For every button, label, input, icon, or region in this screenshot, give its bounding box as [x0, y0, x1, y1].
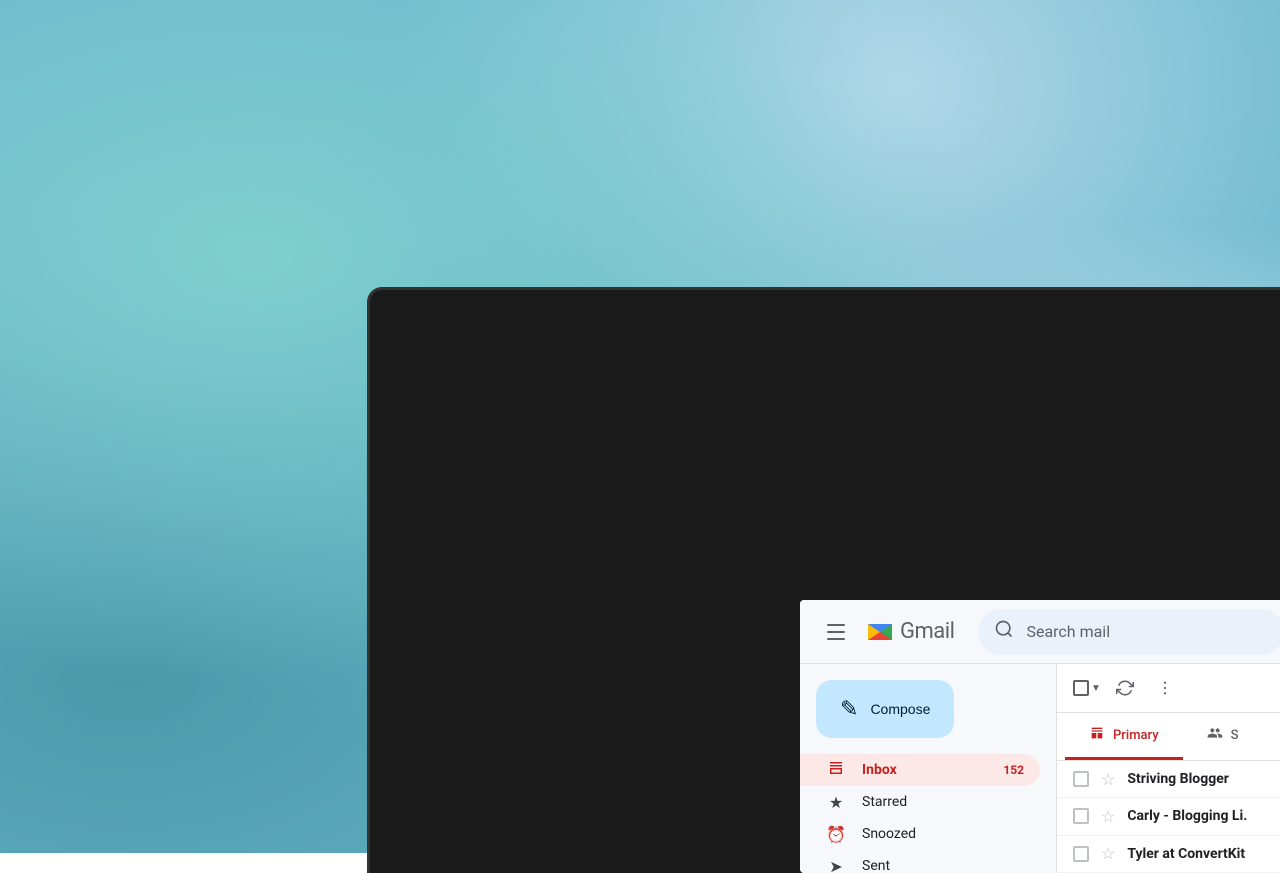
star-icon-0[interactable]: ☆: [1101, 770, 1115, 789]
email-checkbox-1[interactable]: [1073, 808, 1089, 824]
sidebar: ✎ Compose Inbox 152 ★ Starred: [800, 664, 1056, 873]
tab-primary[interactable]: Primary: [1065, 713, 1183, 760]
gmail-m-icon: [864, 616, 896, 648]
tab-social[interactable]: S: [1183, 713, 1263, 760]
search-placeholder-text: Search mail: [1026, 622, 1110, 641]
hamburger-line-2: [827, 631, 845, 633]
starred-label: Starred: [862, 794, 1024, 810]
star-nav-icon: ★: [826, 793, 846, 812]
email-sender-0: Striving Blogger: [1127, 771, 1280, 787]
sidebar-item-inbox[interactable]: Inbox 152: [800, 754, 1040, 786]
main-area: ✎ Compose Inbox 152 ★ Starred: [800, 664, 1280, 873]
social-tab-label: S: [1231, 728, 1239, 743]
email-tabs: Primary S: [1057, 713, 1280, 761]
social-tab-icon: [1207, 725, 1223, 745]
gmail-logo[interactable]: Gmail: [864, 616, 954, 648]
select-all-wrapper[interactable]: ▼: [1073, 680, 1101, 696]
star-icon-1[interactable]: ☆: [1101, 807, 1115, 826]
email-checkbox-0[interactable]: [1073, 771, 1089, 787]
hamburger-line-3: [827, 638, 845, 640]
email-sender-1: Carly - Blogging Li.: [1127, 808, 1280, 824]
compose-plus-icon: ✎: [840, 696, 858, 722]
laptop-bezel: Gmail Search mail ✎ Compose: [370, 290, 1280, 873]
primary-tab-label: Primary: [1113, 728, 1159, 743]
email-list-panel: ▼: [1056, 664, 1280, 873]
more-options-button[interactable]: [1149, 672, 1181, 704]
search-icon: [994, 619, 1014, 644]
search-bar[interactable]: Search mail: [978, 609, 1280, 655]
inbox-label: Inbox: [862, 762, 987, 778]
email-row-1[interactable]: ☆ Carly - Blogging Li. I don't: [1057, 798, 1280, 835]
refresh-button[interactable]: [1109, 672, 1141, 704]
sidebar-item-sent[interactable]: ➤ Sent: [800, 850, 1040, 873]
compose-button[interactable]: ✎ Compose: [816, 680, 954, 738]
email-sender-2: Tyler at ConvertKit: [1127, 846, 1280, 862]
email-row-0[interactable]: ☆ Striving Blogger New B: [1057, 761, 1280, 798]
menu-button[interactable]: [816, 612, 856, 652]
compose-label: Compose: [870, 701, 930, 717]
email-checkbox-2[interactable]: [1073, 846, 1089, 862]
primary-tab-icon: [1089, 725, 1105, 745]
select-dropdown-icon[interactable]: ▼: [1091, 683, 1101, 694]
gmail-wordmark: Gmail: [900, 619, 954, 644]
gmail-screen: Gmail Search mail ✎ Compose: [800, 600, 1280, 873]
inbox-badge: 152: [1003, 763, 1024, 777]
sidebar-item-snoozed[interactable]: ⏰ Snoozed: [800, 818, 1040, 850]
select-all-checkbox[interactable]: [1073, 680, 1089, 696]
gmail-header: Gmail Search mail: [800, 600, 1280, 664]
hamburger-line-1: [827, 624, 845, 626]
sent-icon: ➤: [826, 857, 846, 873]
inbox-icon: [826, 759, 846, 781]
email-row-2[interactable]: ☆ Tyler at ConvertKit Bypas: [1057, 836, 1280, 873]
star-icon-2[interactable]: ☆: [1101, 844, 1115, 863]
sidebar-item-starred[interactable]: ★ Starred: [800, 786, 1040, 818]
email-toolbar: ▼: [1057, 664, 1280, 713]
sent-label: Sent: [862, 858, 1024, 873]
snoozed-label: Snoozed: [862, 826, 1024, 842]
snoozed-icon: ⏰: [826, 825, 846, 844]
